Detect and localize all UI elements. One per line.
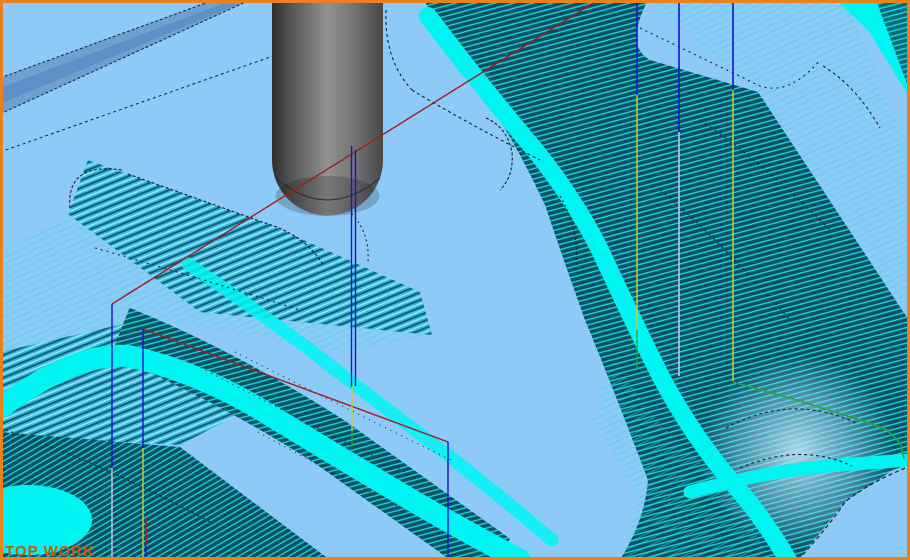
cutting-tool bbox=[272, 0, 383, 216]
tool-tip-shadow bbox=[276, 176, 380, 216]
cam-viewport[interactable]: TOP WORK bbox=[0, 0, 910, 560]
scene-canvas[interactable]: TOP WORK bbox=[0, 0, 910, 560]
